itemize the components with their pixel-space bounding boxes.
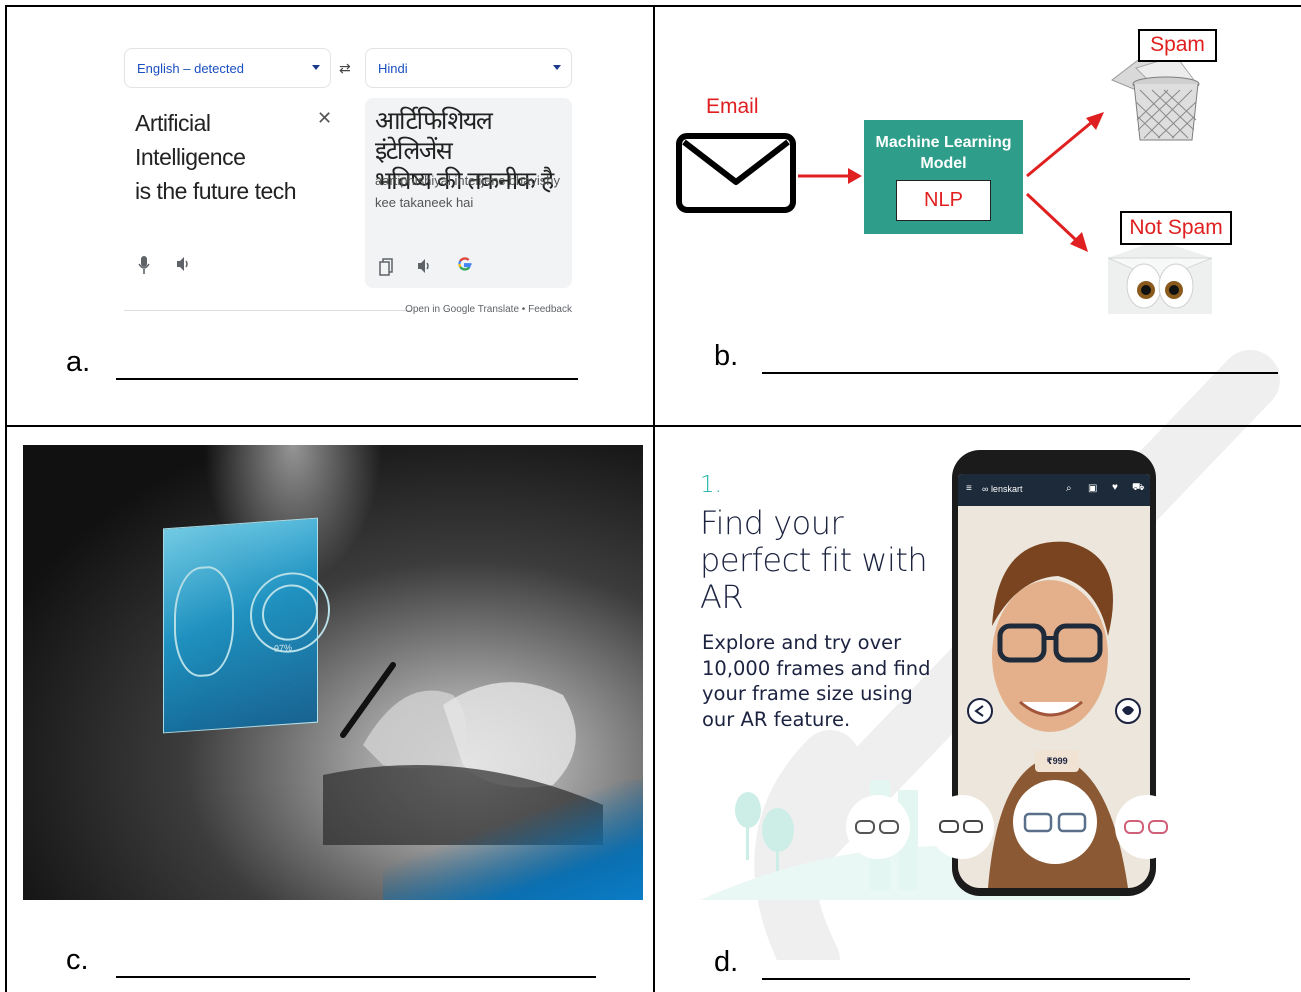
answer-blank-c[interactable] (116, 976, 596, 978)
frame-option-selected[interactable] (1013, 780, 1097, 864)
spam-label: Spam (1138, 29, 1217, 62)
answer-blank-d[interactable] (762, 978, 1190, 980)
source-text-line: Artificial Intelligence (135, 110, 246, 170)
step-number: 1. (700, 472, 722, 498)
google-g-icon[interactable] (457, 256, 473, 277)
answer-label-b: b. (714, 340, 739, 372)
camera-icon[interactable]: ▣ (1088, 483, 1097, 494)
translated-text-line: आर्टिफिशियल इंटेलिजेंस (375, 106, 493, 165)
cart-icon[interactable]: ⛟ (1132, 482, 1145, 495)
speaker-icon[interactable] (176, 256, 192, 276)
grid-divider-vertical (653, 5, 655, 992)
answer-label-d: d. (714, 946, 739, 978)
ml-model-title: Machine Learning Model (875, 134, 1012, 172)
glasses-logo-icon: ∞ (982, 484, 989, 494)
holo-readout: 97% (274, 642, 293, 654)
search-icon[interactable]: ⌕ (1066, 483, 1072, 494)
copy-icon[interactable] (379, 258, 393, 280)
not-spam-label: Not Spam (1120, 211, 1232, 245)
source-language-select[interactable]: English – detected (124, 48, 331, 88)
frame-option-1[interactable] (846, 795, 910, 859)
source-language-label: English – detected (137, 61, 244, 76)
body-copy: Explore and try over 10,000 frames and f… (702, 631, 931, 731)
ai-surgery-photo: 97% (23, 445, 643, 900)
chevron-down-icon (553, 65, 561, 70)
source-text-input[interactable]: Artificial Intelligence is the future te… (135, 106, 315, 208)
menu-icon[interactable]: ≡ (966, 483, 972, 494)
source-text-line: is the future tech (135, 178, 297, 204)
wishlist-icon[interactable]: ♥ (1112, 482, 1118, 493)
target-language-select[interactable]: Hindi (365, 48, 572, 88)
target-language-label: Hindi (378, 61, 408, 76)
clear-icon[interactable]: ✕ (317, 108, 332, 129)
translate-widget: English – detected ⇄ Hindi Artificial In… (124, 48, 572, 318)
mic-icon[interactable] (138, 256, 150, 278)
answer-blank-b[interactable] (762, 372, 1278, 374)
peeking-eyes-icon (1108, 240, 1212, 314)
romanization-text: aartiphishiyal intelijens bhavishy kee t… (375, 173, 560, 210)
email-label: Email (706, 95, 759, 118)
app-header: ≡ ∞ lenskart ⌕ ▣ ♥ ⛟ (958, 474, 1150, 506)
trash-can-icon (1111, 53, 1200, 141)
envelope-icon (676, 133, 796, 213)
grid-divider-horizontal (5, 425, 1301, 427)
price-tag: ₹999 (1035, 750, 1079, 772)
app-brand: lenskart (990, 484, 1023, 494)
holographic-display: 97% (163, 517, 330, 734)
answer-label-a: a. (66, 346, 91, 378)
swap-languages-icon[interactable]: ⇄ (339, 60, 351, 77)
speaker-icon[interactable] (417, 258, 433, 278)
translation-output: आर्टिफिशियल इंटेलिजेंस भविष्य की तकनीक ह… (365, 98, 572, 288)
ml-model-box: Machine Learning Model NLP (864, 120, 1023, 234)
app-logo: ∞ lenskart (982, 484, 1022, 494)
frame-option-2[interactable] (930, 795, 994, 859)
skeleton-outline (174, 564, 234, 679)
answer-label-c: c. (66, 944, 89, 976)
nlp-box: NLP (896, 180, 991, 221)
headline: Find your perfect fit with AR (700, 504, 928, 616)
footer-divider (124, 310, 412, 311)
chevron-down-icon (312, 65, 320, 70)
answer-blank-a[interactable] (116, 378, 578, 380)
translate-footer-links[interactable]: Open in Google Translate • Feedback (405, 304, 572, 315)
frame-option-4[interactable] (1115, 795, 1179, 859)
blue-corner-accent (383, 780, 643, 900)
